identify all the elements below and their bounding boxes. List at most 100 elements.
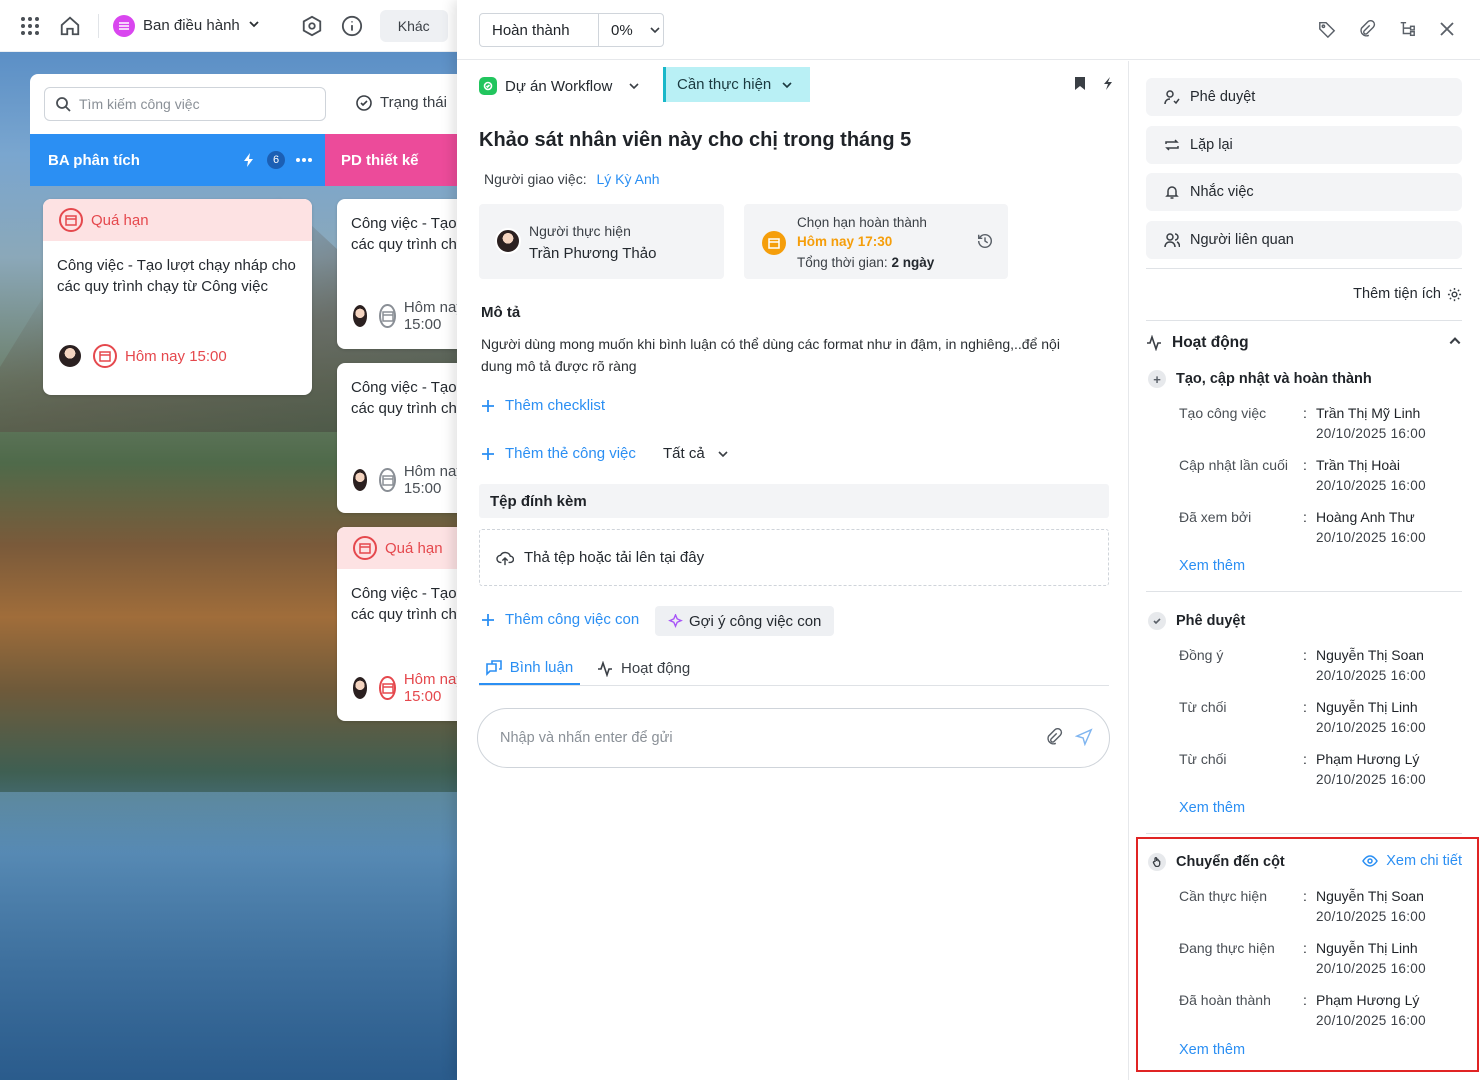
see-more-link[interactable]: Xem thêm bbox=[1179, 1042, 1245, 1058]
apps-grid-icon[interactable] bbox=[16, 12, 44, 40]
due-date: Hôm nay 15:00 bbox=[379, 463, 467, 497]
duration-row: Tổng thời gian: 2 ngày bbox=[797, 255, 934, 270]
cloud-upload-icon bbox=[496, 551, 514, 565]
more-dots-icon[interactable] bbox=[295, 157, 313, 163]
tab-comment-label: Bình luận bbox=[509, 659, 574, 676]
home-icon[interactable] bbox=[56, 12, 84, 40]
add-subtask-button[interactable]: Thêm công việc con bbox=[481, 611, 639, 628]
dashboard-switcher[interactable]: Ban điều hành bbox=[113, 14, 260, 37]
card-footer: Hôm nay 15:00 bbox=[351, 463, 467, 497]
chevron-up-icon[interactable] bbox=[1448, 334, 1462, 348]
status-selector[interactable]: Cần thực hiện bbox=[663, 67, 810, 102]
task-search-input[interactable]: Tìm kiếm công việc bbox=[44, 87, 326, 121]
section-approval: Phê duyệt bbox=[1148, 612, 1245, 630]
history-icon[interactable] bbox=[976, 232, 994, 253]
log-label: Từ chối bbox=[1179, 699, 1227, 715]
see-more-link[interactable]: Xem thêm bbox=[1179, 800, 1245, 816]
approve-button[interactable]: Phê duyệt bbox=[1146, 78, 1462, 116]
detail-tabs: Bình luận Hoạt động bbox=[479, 652, 1109, 686]
more-label: Khác bbox=[397, 17, 430, 34]
info-icon[interactable] bbox=[338, 12, 366, 40]
column-header-ba[interactable]: BA phân tích 6 bbox=[30, 134, 325, 186]
remind-button[interactable]: Nhắc việc bbox=[1146, 173, 1462, 211]
chevron-down-icon bbox=[718, 450, 728, 457]
column-header-pd[interactable]: PD thiết kế bbox=[325, 134, 460, 186]
add-checklist-button[interactable]: Thêm checklist bbox=[481, 397, 605, 414]
comment-input[interactable]: Nhập và nhấn enter để gửi bbox=[477, 708, 1110, 768]
log-label: Đang thực hiện bbox=[1179, 940, 1275, 956]
task-card[interactable]: Quá hạn Công việc - Tạo lượt chạy nháp c… bbox=[43, 199, 312, 395]
card-filter-dropdown[interactable]: Tất cả bbox=[663, 445, 729, 462]
project-selector[interactable]: Dự án Workflow bbox=[479, 69, 640, 103]
users-icon bbox=[1164, 233, 1180, 248]
top-bar: Ban điều hành Khác bbox=[0, 0, 460, 52]
progress-selector[interactable]: Hoàn thành 0% bbox=[479, 13, 664, 47]
description-text[interactable]: Người dùng mong muốn khi bình luận có th… bbox=[481, 333, 1081, 377]
card-title: Công việc - Tạo lượt chạy nháp cho các q… bbox=[351, 585, 467, 623]
task-title[interactable]: Khảo sát nhân viên này cho chị trong thá… bbox=[479, 129, 911, 152]
deadline-selector[interactable]: Chọn hạn hoàn thành Hôm nay 17:30 Tổng t… bbox=[744, 204, 1008, 279]
column-count-badge: 6 bbox=[267, 151, 285, 169]
assignee-selector[interactable]: Người thực hiện Trần Phương Thảo bbox=[479, 204, 724, 279]
dropzone-label: Thả tệp hoặc tải lên tại đây bbox=[524, 549, 705, 566]
chevron-down-icon bbox=[782, 81, 792, 88]
task-detail-panel: Hoàn thành 0% Dự án Workflow Cần thực hi… bbox=[457, 0, 1480, 1080]
log-user: Hoàng Anh Thư bbox=[1316, 509, 1415, 525]
task-card[interactable]: Công việc - Tạo lượt chạy nháp cho các q… bbox=[337, 363, 467, 513]
progress-value[interactable]: 0% bbox=[599, 22, 661, 39]
task-card[interactable]: Quá hạn Công việc - Tạo lượt chạy nháp c… bbox=[337, 527, 467, 721]
log-time: 20/10/2025 16:00 bbox=[1316, 668, 1426, 683]
view-details-link[interactable]: Xem chi tiết bbox=[1362, 853, 1462, 869]
file-dropzone[interactable]: Thả tệp hoặc tải lên tại đây bbox=[479, 529, 1109, 586]
status-filter[interactable]: Trạng thái bbox=[356, 94, 447, 111]
log-label: Cập nhật lần cuối bbox=[1179, 457, 1288, 473]
assigner-name[interactable]: Lý Kỳ Anh bbox=[596, 171, 659, 187]
remind-label: Nhắc việc bbox=[1190, 184, 1254, 200]
paperclip-icon[interactable] bbox=[1045, 727, 1063, 750]
tab-activity-label: Hoạt động bbox=[621, 660, 691, 677]
user-check-icon bbox=[1164, 90, 1180, 105]
attachments-heading: Tệp đính kèm bbox=[479, 484, 1109, 518]
lightning-icon[interactable] bbox=[1102, 77, 1114, 90]
tag-icon[interactable] bbox=[1316, 18, 1338, 40]
repeat-button[interactable]: Lặp lại bbox=[1146, 126, 1462, 164]
add-card-button[interactable]: Thêm thẻ công việc bbox=[481, 445, 636, 462]
assignee-label: Người thực hiện bbox=[529, 223, 631, 239]
tab-comment[interactable]: Bình luận bbox=[479, 652, 580, 685]
activity-section-header[interactable]: Hoạt động bbox=[1146, 334, 1462, 352]
sparkle-icon bbox=[668, 613, 683, 628]
hierarchy-icon[interactable] bbox=[1396, 18, 1418, 40]
more-menu-button[interactable]: Khác bbox=[379, 9, 448, 42]
log-label: Tạo công việc bbox=[1179, 405, 1267, 421]
lightning-icon[interactable] bbox=[241, 152, 257, 168]
see-more-link[interactable]: Xem thêm bbox=[1179, 558, 1245, 574]
log-time: 20/10/2025 16:00 bbox=[1316, 909, 1426, 924]
send-icon[interactable] bbox=[1074, 728, 1093, 750]
add-utility-button[interactable]: Thêm tiện ích bbox=[1353, 286, 1462, 302]
paperclip-icon[interactable] bbox=[1356, 18, 1378, 40]
log-label: Đã xem bởi bbox=[1179, 509, 1252, 525]
task-card[interactable]: Công việc - Tạo lượt chạy nháp cho các q… bbox=[337, 199, 467, 349]
close-icon[interactable] bbox=[1436, 18, 1458, 40]
hand-pointer-icon bbox=[1148, 853, 1166, 871]
repeat-icon bbox=[1165, 139, 1179, 151]
detail-header: Hoàn thành 0% bbox=[457, 0, 1480, 60]
bell-icon bbox=[1165, 186, 1179, 199]
avatar bbox=[57, 343, 83, 369]
log-time: 20/10/2025 16:00 bbox=[1316, 720, 1426, 735]
activity-icon bbox=[598, 660, 612, 677]
suggest-subtask-button[interactable]: Gợi ý công việc con bbox=[655, 606, 835, 636]
assignee-name: Trần Phương Thảo bbox=[529, 245, 657, 262]
comment-placeholder: Nhập và nhấn enter để gửi bbox=[500, 730, 673, 746]
settings-hexagon-icon[interactable] bbox=[298, 12, 326, 40]
calendar-icon bbox=[353, 536, 377, 560]
dashboard-icon bbox=[113, 14, 135, 37]
bookmark-icon[interactable] bbox=[1074, 77, 1086, 90]
avatar bbox=[351, 303, 370, 329]
section-title: Phê duyệt bbox=[1176, 613, 1246, 629]
related-people-button[interactable]: Người liên quan bbox=[1146, 221, 1462, 259]
tab-activity[interactable]: Hoạt động bbox=[597, 652, 690, 685]
dashboard-label: Ban điều hành bbox=[143, 17, 240, 34]
column-title: BA phân tích bbox=[48, 151, 140, 169]
chevron-down-icon bbox=[629, 83, 639, 90]
